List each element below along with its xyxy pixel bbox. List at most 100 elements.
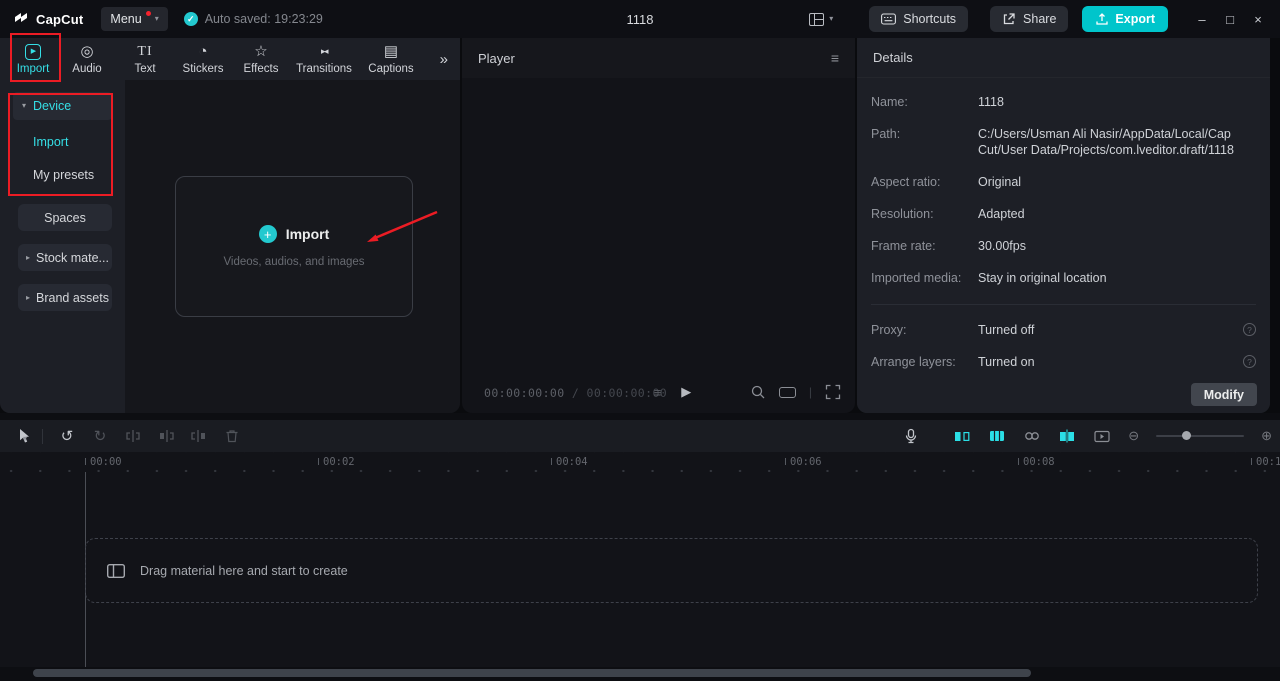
info-icon[interactable]: ?	[1243, 355, 1256, 368]
media-panel-body: ▾ Device Import My presets Spaces ▸ Stoc…	[0, 80, 460, 413]
link-button[interactable]	[1023, 427, 1041, 445]
triangle-right-icon: ▸	[26, 252, 31, 262]
tab-audio[interactable]: ◎ Audio	[58, 38, 116, 80]
effects-icon: ☆	[254, 43, 268, 60]
stock-label: Stock mate...	[36, 250, 109, 265]
detail-row-frame-rate: Frame rate: 30.00fps	[871, 238, 1256, 254]
timeline: ▾ ↺ ↻ ⊖ ⊕ 00:00 00:02 00:04 00:06 00:08 …	[0, 413, 1280, 681]
preview-quality-button[interactable]	[1093, 427, 1111, 445]
titlebar-right: ▾ Shortcuts Share Export – □ ×	[809, 5, 1272, 33]
detail-label: Proxy:	[871, 323, 907, 337]
workspace-layout-button[interactable]: ▾	[809, 12, 833, 26]
detail-value: 30.00fps	[978, 239, 1026, 253]
aspect-ratio-button[interactable]	[778, 386, 796, 398]
share-button[interactable]: Share	[990, 6, 1069, 32]
undo-button[interactable]: ↺	[58, 427, 76, 445]
detail-label: Resolution:	[871, 207, 934, 221]
info-icon[interactable]: ?	[1243, 323, 1256, 336]
modify-button[interactable]: Modify	[1190, 383, 1257, 406]
maximize-button[interactable]: □	[1216, 5, 1244, 33]
zoom-in-icon[interactable]: ⊕	[1261, 428, 1272, 444]
play-button[interactable]: ▶	[681, 384, 691, 400]
tab-stickers[interactable]: ◔ Stickers	[174, 38, 232, 80]
export-icon	[1096, 13, 1109, 25]
ruler-tick: 00:10	[1251, 456, 1280, 468]
shortcuts-button[interactable]: Shortcuts	[869, 6, 969, 32]
detail-label: Aspect ratio:	[871, 175, 941, 189]
redo-button[interactable]: ↻	[91, 427, 109, 445]
detail-label: Arrange layers:	[871, 355, 956, 369]
player-header: Player ≡	[462, 38, 855, 78]
media-panel: ▶ Import ◎ Audio TI Text ◔ Stickers ☆ Ef…	[0, 38, 460, 413]
player-panel: Player ≡ 00:00:00:00 / 00:00:00:00 ≡ ▶ |	[462, 38, 855, 413]
stickers-icon: ◔	[198, 43, 208, 60]
auto-split-button[interactable]	[1058, 427, 1076, 445]
freeze-frame-button[interactable]	[988, 427, 1006, 445]
expand-tabs-button[interactable]: »	[428, 51, 460, 68]
chevron-down-icon: ▾	[154, 14, 159, 23]
details-body: Name: 1118 Path: C:/Users/Usman Ali Nasi…	[857, 78, 1270, 370]
select-tool-dropdown[interactable]: ▾	[23, 429, 27, 444]
audio-icon: ◎	[80, 43, 94, 60]
delete-right-button[interactable]	[190, 427, 208, 445]
dropzone-hint: Drag material here and start to create	[140, 563, 348, 578]
player-title: Player	[478, 50, 515, 66]
sidebar-item-import[interactable]: Import	[0, 135, 68, 149]
detail-value: Adapted	[978, 207, 1025, 221]
playback-controls: ≡ ▶	[654, 384, 692, 400]
share-label: Share	[1023, 12, 1057, 26]
sidebar-item-device[interactable]: ▾ Device	[13, 92, 112, 120]
tab-effects[interactable]: ☆ Effects	[232, 38, 290, 80]
tab-label: Text	[134, 63, 156, 75]
import-dropzone[interactable]: + Import Videos, audios, and images	[175, 176, 413, 317]
slider-handle[interactable]	[1182, 431, 1192, 440]
detail-label: Path:	[871, 127, 901, 141]
brand-label: Brand assets	[36, 290, 109, 305]
media-tabs: ▶ Import ◎ Audio TI Text ◔ Stickers ☆ Ef…	[0, 38, 460, 80]
detail-row-arrange-layers: Arrange layers: Turned on ?	[871, 354, 1256, 370]
magnifier-icon	[751, 385, 765, 399]
player-view-controls: |	[750, 384, 841, 400]
sidebar-item-stock-materials[interactable]: ▸ Stock mate...	[18, 244, 112, 271]
timeline-tools-right: ⊖ ⊕	[902, 420, 1272, 452]
timeline-zoom-slider[interactable]	[1156, 431, 1245, 440]
delete-right-icon	[191, 430, 206, 442]
split-button[interactable]	[124, 427, 142, 445]
sidebar-item-brand-assets[interactable]: ▸ Brand assets	[18, 284, 112, 311]
tab-transitions[interactable]: ▸◂ Transitions	[290, 38, 358, 80]
zoom-out-icon[interactable]: ⊖	[1128, 428, 1139, 444]
capcut-logo: CapCut	[14, 12, 83, 27]
export-button[interactable]: Export	[1082, 6, 1168, 32]
minimize-button[interactable]: –	[1188, 5, 1216, 33]
fullscreen-button[interactable]	[825, 384, 841, 400]
delete-left-button[interactable]	[157, 427, 175, 445]
player-menu-icon[interactable]: ≡	[831, 50, 839, 66]
timeline-scrollbar[interactable]	[0, 669, 1280, 678]
timeline-tracks[interactable]: Drag material here and start to create	[0, 472, 1280, 667]
divider: |	[808, 385, 812, 399]
menu-button[interactable]: Menu ▾	[101, 7, 168, 31]
timeline-dropzone[interactable]: Drag material here and start to create	[85, 538, 1258, 603]
delete-button[interactable]	[223, 427, 241, 445]
tab-text[interactable]: TI Text	[116, 38, 174, 80]
tab-import[interactable]: ▶ Import	[8, 38, 58, 80]
sidebar-item-spaces[interactable]: Spaces	[18, 204, 112, 231]
zoom-fit-button[interactable]	[750, 384, 766, 400]
shortcuts-label: Shortcuts	[903, 12, 957, 26]
record-voiceover-button[interactable]	[902, 427, 920, 445]
sidebar-item-my-presets[interactable]: My presets	[0, 168, 94, 182]
detail-row-aspect-ratio: Aspect ratio: Original	[871, 174, 1256, 190]
spaces-label: Spaces	[44, 210, 86, 225]
track-list-icon[interactable]: ≡	[654, 385, 662, 400]
timeline-ruler[interactable]: 00:00 00:02 00:04 00:06 00:08 00:10	[0, 452, 1280, 472]
captions-icon: ▤	[383, 43, 399, 60]
autosave-text: Auto saved: 19:23:29	[204, 12, 323, 26]
tab-captions[interactable]: ▤ Captions	[358, 38, 424, 80]
mirror-button[interactable]	[953, 427, 971, 445]
scrollbar-thumb[interactable]	[33, 669, 1031, 677]
split-icon	[126, 430, 140, 442]
detail-value: Turned on	[978, 355, 1035, 369]
media-sidebar: ▾ Device Import My presets Spaces ▸ Stoc…	[0, 80, 125, 413]
close-button[interactable]: ×	[1244, 5, 1272, 33]
triangle-right-icon: ▸	[26, 292, 31, 302]
